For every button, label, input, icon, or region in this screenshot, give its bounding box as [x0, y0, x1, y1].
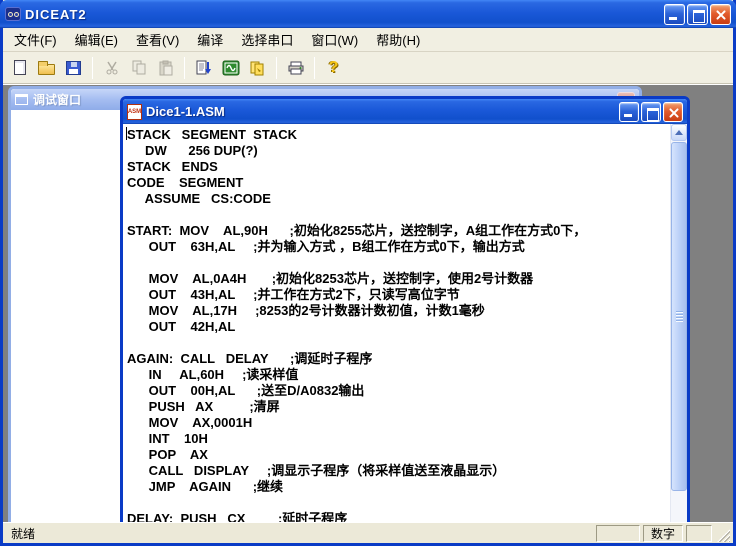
- print-button[interactable]: [283, 56, 308, 80]
- minimize-icon[interactable]: [664, 4, 685, 25]
- maximize-icon[interactable]: [687, 4, 708, 25]
- waveform-icon: [222, 60, 240, 76]
- open-file-icon: [38, 64, 55, 75]
- toolbar-separator: [92, 57, 93, 79]
- close-icon[interactable]: [710, 4, 731, 25]
- menu-file[interactable]: 文件(F): [5, 27, 66, 52]
- window-controls: [664, 4, 731, 25]
- status-panel-num: 数字: [643, 525, 683, 542]
- download-icon: [249, 60, 266, 76]
- app-titlebar[interactable]: DICEAT2: [0, 0, 736, 28]
- debug-window-icon: [15, 94, 28, 105]
- copy-button: [126, 56, 151, 80]
- scrollbar-thumb[interactable]: [671, 142, 687, 491]
- menu-compile[interactable]: 编译: [188, 27, 232, 52]
- menubar: 文件(F) 编辑(E) 查看(V) 编译 选择串口 窗口(W) 帮助(H): [3, 28, 733, 52]
- text-caret: [126, 127, 127, 140]
- status-text: 就绪: [11, 525, 35, 542]
- save-file-button[interactable]: [61, 56, 86, 80]
- toolbar-separator: [314, 57, 315, 79]
- cut-button: [99, 56, 124, 80]
- code-editor[interactable]: STACK SEGMENT STACK DW 256 DUP(?) STACK …: [123, 124, 687, 522]
- paste-icon: [158, 60, 174, 76]
- editor-titlebar[interactable]: ASM Dice1-1.ASM: [123, 99, 687, 124]
- save-file-icon: [66, 61, 81, 75]
- new-file-button[interactable]: [7, 56, 32, 80]
- editor-minimize-icon[interactable]: [619, 102, 639, 122]
- open-file-button[interactable]: [34, 56, 59, 80]
- menu-serial-port[interactable]: 选择串口: [232, 27, 302, 52]
- download-button[interactable]: [245, 56, 270, 80]
- resize-grip[interactable]: [717, 529, 730, 542]
- editor-close-icon[interactable]: [663, 102, 683, 122]
- compile-button[interactable]: [191, 56, 216, 80]
- editor-body: STACK SEGMENT STACK DW 256 DUP(?) STACK …: [123, 124, 687, 522]
- toolbar: ?: [3, 52, 733, 84]
- editor-window: ASM Dice1-1.ASM STACK SEGMENT STACK DW 2…: [120, 96, 690, 522]
- app-window: DICEAT2 文件(F) 编辑(E) 查看(V) 编译 选择串口 窗口(W) …: [0, 0, 736, 546]
- menu-window[interactable]: 窗口(W): [302, 27, 367, 52]
- compile-icon: [195, 60, 212, 76]
- menu-edit[interactable]: 编辑(E): [66, 27, 127, 52]
- status-panel-caps: [596, 525, 640, 542]
- toolbar-separator: [184, 57, 185, 79]
- statusbar-panels: 数字: [596, 525, 730, 542]
- help-icon: ?: [329, 59, 339, 77]
- menu-help[interactable]: 帮助(H): [367, 27, 429, 52]
- mdi-client-area: 调试窗口 ASM Dice1-1.ASM STACK SEGMENT STACK…: [3, 84, 733, 522]
- copy-icon: [131, 60, 147, 76]
- vertical-scrollbar[interactable]: [670, 124, 687, 522]
- status-panel-scroll: [686, 525, 712, 542]
- cut-icon: [104, 60, 120, 76]
- paste-button: [153, 56, 178, 80]
- editor-window-controls: [619, 102, 683, 122]
- help-button[interactable]: ?: [321, 56, 346, 80]
- editor-title: Dice1-1.ASM: [146, 104, 225, 119]
- app-icon: [5, 7, 21, 21]
- toolbar-separator: [276, 57, 277, 79]
- menu-view[interactable]: 查看(V): [127, 27, 188, 52]
- editor-maximize-icon[interactable]: [641, 102, 661, 122]
- debug-window-title: 调试窗口: [33, 91, 81, 108]
- app-title: DICEAT2: [25, 7, 87, 22]
- scroll-up-icon[interactable]: [671, 124, 687, 141]
- asm-file-icon: ASM: [127, 104, 142, 120]
- statusbar: 就绪 数字: [3, 522, 733, 543]
- waveform-button[interactable]: [218, 56, 243, 80]
- new-file-icon: [14, 60, 26, 75]
- print-icon: [287, 60, 305, 76]
